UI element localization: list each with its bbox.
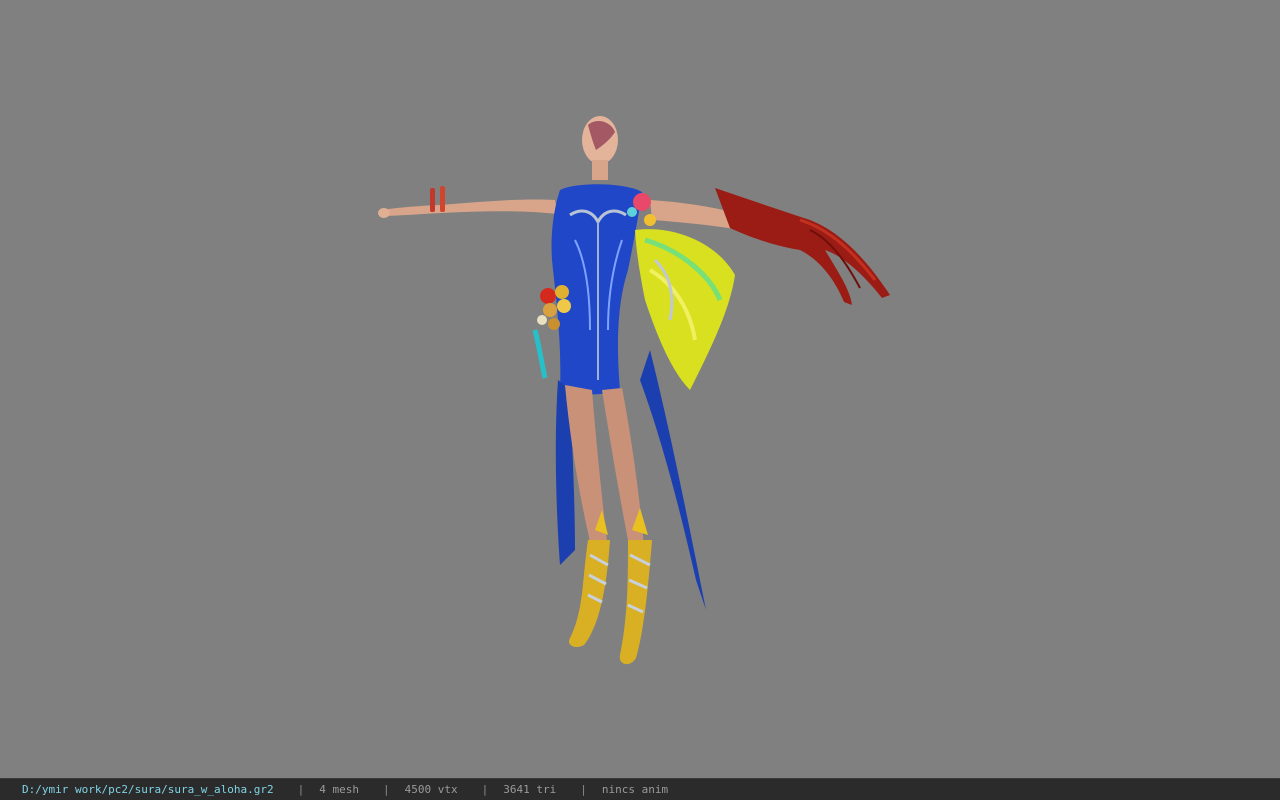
left-arm [380, 199, 558, 216]
separator: | [580, 783, 587, 796]
dress-drape-right [640, 350, 706, 610]
claw [715, 188, 890, 305]
animation-status: nincs anim [601, 783, 669, 796]
file-path: D:/ymir work/pc2/sura/sura_w_aloha.gr2 [22, 783, 274, 796]
separator: | [481, 783, 489, 796]
separator: | [297, 783, 305, 796]
3d-viewport[interactable] [0, 0, 1280, 778]
mesh-count: 4 mesh [319, 783, 360, 796]
flower [633, 193, 651, 211]
character-model [370, 110, 910, 685]
triangle-count: 3641 tri [503, 783, 557, 796]
separator: | [383, 783, 390, 796]
status-bar: D:/ymir work/pc2/sura/sura_w_aloha.gr2 |… [0, 778, 1280, 800]
vertex-count: 4500 vtx [404, 783, 458, 796]
